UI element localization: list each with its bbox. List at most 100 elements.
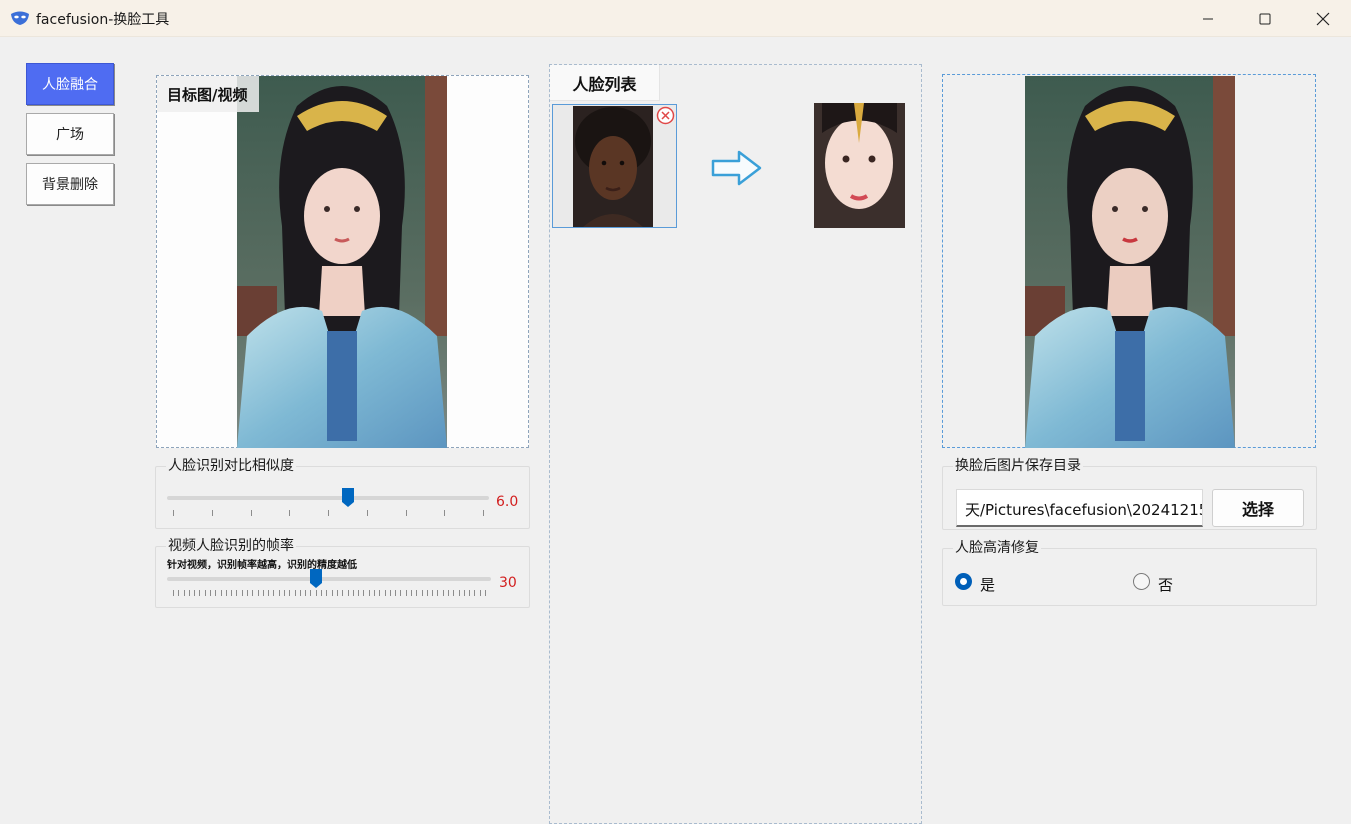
similarity-slider-thumb[interactable] [342,488,355,507]
slider-tick [273,590,275,596]
slider-tick [444,510,446,516]
similarity-group: 人脸识别对比相似度 6.0 [155,458,530,529]
similarity-value: 6.0 [496,494,519,510]
slider-tick [389,590,391,596]
slider-tick [289,510,291,516]
similarity-title: 人脸识别对比相似度 [166,458,296,474]
face-list-tab[interactable]: 人脸列表 [550,65,660,101]
framerate-value: 30 [499,575,517,591]
nav-plaza-button[interactable]: 广场 [26,113,114,155]
slider-tick [231,590,233,596]
slider-tick [289,590,291,596]
slider-tick [250,510,252,516]
window-title: facefusion-换脸工具 [36,12,170,28]
slider-tick [268,590,270,596]
slider-tick [173,510,174,516]
source-face-image [573,106,653,227]
slider-tick [247,590,249,596]
result-image [1025,76,1235,448]
enhance-yes-label: 是 [980,576,996,594]
result-image-panel [942,74,1316,448]
maximize-button[interactable] [1242,0,1288,37]
enhance-yes-radio[interactable] [955,573,972,590]
framerate-slider-thumb[interactable] [310,569,323,588]
slider-tick [188,590,190,596]
slider-tick [463,590,465,596]
slider-tick [469,590,471,596]
slider-tick [474,590,476,596]
slider-tick [352,590,354,596]
slider-tick [225,590,227,596]
save-dir-title: 换脸后图片保存目录 [953,458,1083,474]
similarity-slider-track[interactable] [167,496,489,500]
slider-tick [368,590,370,596]
framerate-slider-track[interactable] [167,577,491,581]
slider-tick [173,590,174,596]
slider-tick [215,590,217,596]
similarity-ticks [173,510,484,516]
arrow-right-icon [711,150,762,186]
target-face-image [814,103,905,228]
slider-tick [183,590,185,596]
slider-tick [426,590,428,596]
slider-tick [178,590,180,596]
slider-tick [400,590,402,596]
slider-tick [252,590,254,596]
enhance-no-label: 否 [1158,576,1174,594]
remove-face-icon[interactable] [656,106,675,125]
slider-tick [342,590,344,596]
title-bar: facefusion-换脸工具 [0,0,1351,37]
slider-tick [416,590,418,596]
source-face-card[interactable] [552,104,677,228]
framerate-ticks [173,590,486,596]
close-button[interactable] [1300,0,1346,37]
target-image [237,76,447,448]
slider-tick [241,590,243,596]
enhance-title: 人脸高清修复 [953,540,1041,556]
enhance-group: 人脸高清修复 是 否 [942,540,1317,606]
slider-tick [210,590,212,596]
slider-tick [479,590,481,596]
slider-tick [485,590,486,596]
slider-tick [437,590,439,596]
save-dir-input[interactable]: 天/Pictures\facefusion\20241215 [956,489,1203,527]
slider-tick [447,590,449,596]
slider-tick [278,590,280,596]
maximize-icon [1259,13,1271,24]
slider-tick [405,510,407,516]
slider-tick [194,590,196,596]
slider-tick [453,590,455,596]
enhance-no-radio[interactable] [1133,573,1150,590]
slider-tick [204,590,206,596]
slider-tick [305,590,307,596]
slider-tick [284,590,286,596]
face-list-panel: 人脸列表 [549,64,922,824]
close-icon [1316,12,1330,25]
nav-background-remove-button[interactable]: 背景删除 [26,163,114,205]
slider-tick [257,590,259,596]
slider-tick [458,590,460,596]
slider-tick [336,590,338,596]
app-mask-icon [11,11,29,25]
framerate-title: 视频人脸识别的帧率 [166,538,296,554]
slider-tick [321,590,323,596]
slider-tick [347,590,349,596]
slider-tick [373,590,375,596]
choose-dir-button[interactable]: 选择 [1212,489,1304,527]
target-image-dropzone[interactable]: 目标图/视频 [156,75,529,448]
slider-tick [315,590,317,596]
minimize-button[interactable] [1185,0,1231,37]
slider-tick [410,590,412,596]
slider-tick [432,590,434,596]
slider-tick [220,590,222,596]
slider-tick [395,590,397,596]
slider-tick [421,590,423,596]
framerate-note: 针对视频，识别帧率越高，识别的精度越低 [167,560,357,571]
nav-face-fusion-button[interactable]: 人脸融合 [26,63,114,105]
slider-tick [483,510,484,516]
slider-tick [310,590,312,596]
slider-tick [379,590,381,596]
slider-tick [211,510,213,516]
minimize-icon [1203,18,1213,19]
slider-tick [326,590,328,596]
